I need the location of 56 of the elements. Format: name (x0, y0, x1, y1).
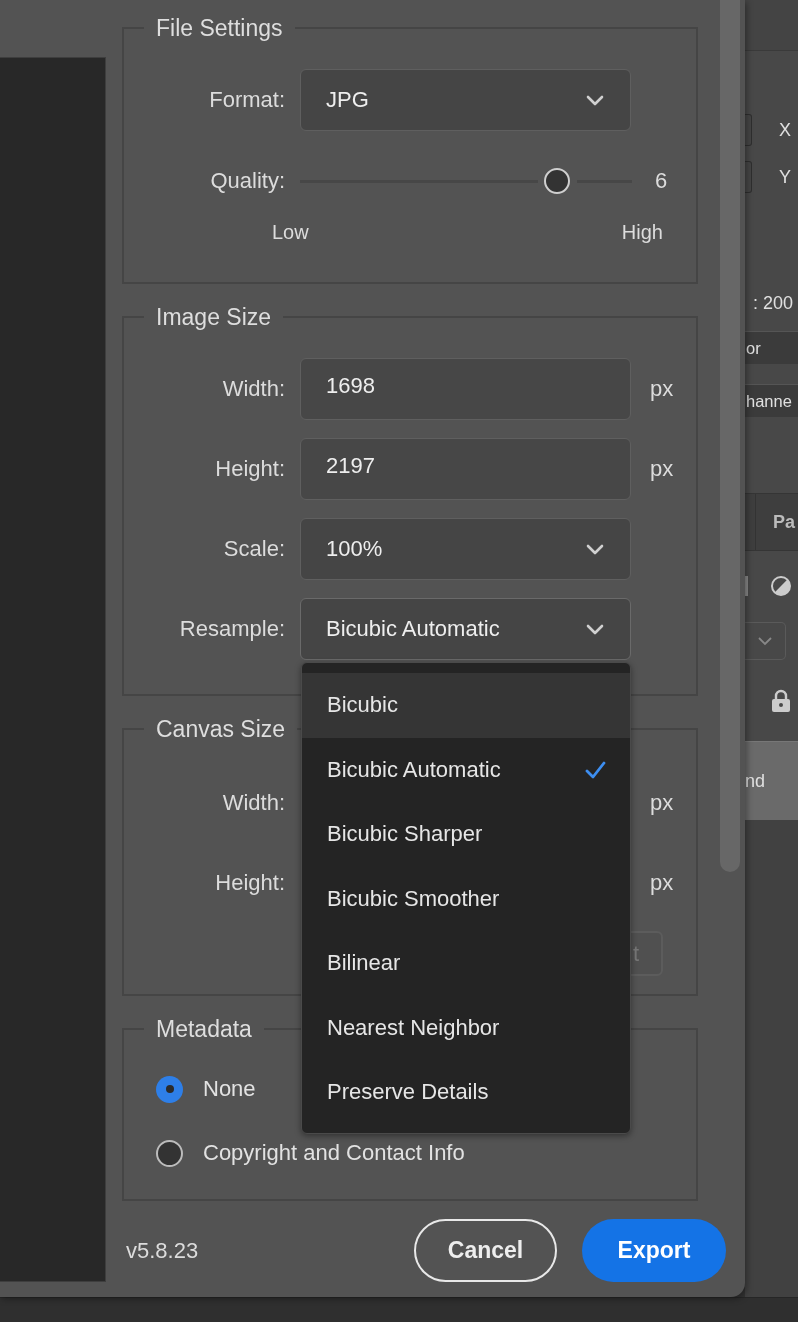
slider-thumb[interactable] (544, 168, 570, 194)
info-text: : 200 (753, 293, 795, 314)
section-title: Canvas Size (155, 716, 287, 742)
checkmark-icon (585, 760, 606, 779)
radio-label: Copyright and Contact Info (203, 1140, 465, 1166)
slider-max-label: High (621, 220, 663, 244)
version-label: v5.8.23 (126, 1237, 200, 1264)
field-label: Format: (209, 87, 285, 113)
menu-item[interactable]: Nearest Neighbor (302, 995, 630, 1060)
input-field[interactable]: 2197 (300, 438, 631, 500)
field-label: Width: (222, 376, 285, 402)
coordinate-field[interactable] (745, 114, 752, 146)
section-title: File Settings (155, 15, 284, 41)
slider-min-label: Low (272, 220, 309, 244)
half-circle-icon (770, 575, 792, 597)
panel-dropdown[interactable]: hanne (745, 384, 798, 417)
field-label: Width: (222, 790, 285, 816)
unit-label: px (650, 870, 675, 896)
menu-item[interactable]: Bicubic Sharper (302, 802, 630, 867)
field-label: Resample: (179, 616, 285, 642)
coordinate-label: X (779, 119, 791, 141)
menu-item[interactable]: Bicubic Smoother (302, 866, 630, 931)
export-button[interactable]: Export (582, 1219, 726, 1282)
panel-tab[interactable]: Pa (773, 511, 796, 533)
chevron-down-icon (758, 636, 772, 646)
unit-label: px (650, 456, 675, 482)
field-label: Scale: (223, 536, 285, 562)
input-field[interactable]: 1698 (300, 358, 631, 420)
radio-label: None (203, 1076, 256, 1102)
radio-button[interactable] (156, 1139, 183, 1167)
dropdown[interactable]: JPG (300, 69, 631, 131)
menu-item[interactable]: Bilinear (302, 931, 630, 996)
coordinate-label: Y (779, 166, 791, 188)
chevron-down-icon (586, 623, 604, 635)
slider-value: 6 (655, 168, 669, 194)
menu-item[interactable]: Preserve Details (302, 1060, 630, 1125)
field-label: Quality: (210, 168, 285, 194)
unit-label: px (650, 376, 675, 402)
unit-label: px (650, 790, 675, 816)
field-label: Height: (215, 870, 285, 896)
dropdown[interactable]: 100% (300, 518, 631, 580)
menu-item[interactable]: Bicubic (302, 673, 630, 738)
dropdown[interactable]: Bicubic Automatic (300, 598, 631, 660)
panel-dropdown[interactable] (745, 622, 786, 660)
section-title: Metadata (155, 1016, 253, 1042)
field-label: Height: (215, 456, 285, 482)
menu-item[interactable]: Bicubic Automatic (302, 737, 630, 802)
panel-dropdown[interactable]: or (745, 331, 798, 364)
layer-name[interactable]: nd (745, 741, 798, 820)
radio-button[interactable] (156, 1075, 183, 1103)
chevron-down-icon (586, 543, 604, 555)
chevron-down-icon (586, 94, 604, 106)
lock-icon (771, 689, 791, 713)
coordinate-field[interactable] (745, 161, 752, 193)
cancel-button[interactable]: Cancel (414, 1219, 557, 1282)
section-title: Image Size (155, 304, 273, 330)
